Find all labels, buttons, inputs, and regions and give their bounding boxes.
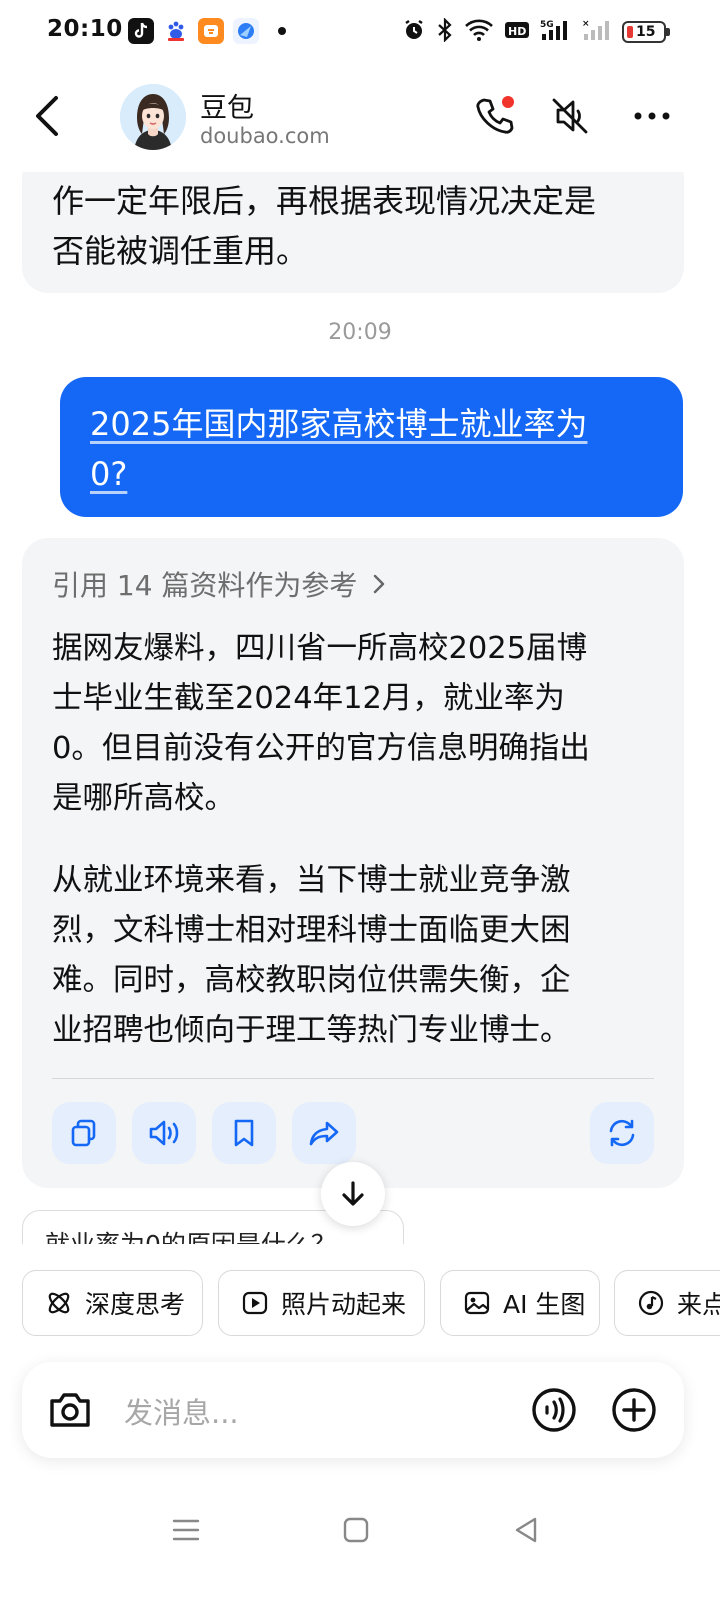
mute-button[interactable] xyxy=(548,94,592,138)
status-bar: 20:10 HD 5G × 15 xyxy=(0,0,720,64)
bot-avatar[interactable] xyxy=(120,84,186,150)
copy-icon xyxy=(71,1119,96,1147)
chevron-left-icon xyxy=(36,96,58,136)
voice-input-button[interactable] xyxy=(530,1386,578,1434)
music-note-icon xyxy=(638,1290,664,1316)
reply-line: 业招聘也倾向于理工等热门专业博士。 xyxy=(52,1013,571,1048)
share-button[interactable] xyxy=(292,1102,356,1164)
bookmark-icon xyxy=(234,1119,254,1147)
atom-icon xyxy=(48,1292,70,1314)
reply-paragraph: 从就业环境来看，当下博士就业竞争激 烈，文科博士相对理科博士面临更大困 难。同时… xyxy=(52,856,654,1056)
user-message-line: 0? xyxy=(90,455,128,493)
bot-domain: doubao.com xyxy=(200,124,330,148)
battery-fill xyxy=(627,26,633,38)
reply-line: 难。同时，高校教职岗位供需失衡，企 xyxy=(52,963,571,998)
camera-button[interactable] xyxy=(46,1386,94,1434)
svg-text:5G: 5G xyxy=(540,20,554,30)
refresh-icon xyxy=(609,1119,635,1147)
recent-apps-button[interactable] xyxy=(166,1510,206,1550)
tiktok-icon xyxy=(128,18,154,44)
user-message[interactable]: 2025年国内那家高校博士就业率为 0? xyxy=(60,377,683,517)
plus-circle-icon xyxy=(612,1388,656,1432)
chip-deep-thinking[interactable]: 深度思考 xyxy=(22,1270,203,1336)
phone-icon xyxy=(476,96,514,134)
svg-text:HD: HD xyxy=(508,25,526,38)
bluetooth-icon xyxy=(436,17,454,46)
chip-animate-photo[interactable]: 照片动起来 xyxy=(218,1270,425,1336)
system-icons: HD 5G × 15 xyxy=(402,17,670,46)
arrow-down-icon xyxy=(342,1181,364,1206)
battery-icon: 15 xyxy=(622,21,670,43)
scroll-to-bottom-button[interactable] xyxy=(321,1162,385,1226)
message-line: 作一定年限后，再根据表现情况决定是 xyxy=(52,182,597,220)
copy-button[interactable] xyxy=(52,1102,116,1164)
regenerate-button[interactable] xyxy=(590,1102,654,1164)
battery-level: 15 xyxy=(636,24,656,40)
signal-5g-icon: 5G xyxy=(540,18,572,46)
svg-text:×: × xyxy=(582,19,590,29)
alarm-icon xyxy=(402,18,426,46)
chip-music[interactable]: 来点音乐 xyxy=(614,1270,720,1336)
feature-chips: 深度思考 照片动起来 AI 生图 来点音乐 xyxy=(22,1270,720,1336)
references-label: 引用 14 篇资料作为参考 xyxy=(52,569,358,602)
previous-bot-message[interactable]: 作一定年限后，再根据表现情况决定是 否能被调任重用。 xyxy=(22,172,684,293)
reply-line: 从就业环境来看，当下博士就业竞争激 xyxy=(52,863,571,898)
message-input-bar: 发消息... xyxy=(22,1362,684,1458)
message-list[interactable]: 作一定年限后，再根据表现情况决定是 否能被调任重用。 20:09 2025年国内… xyxy=(0,172,720,1244)
message-line: 否能被调任重用。 xyxy=(52,232,309,270)
signal-icon: × xyxy=(582,18,612,46)
share-icon xyxy=(309,1121,339,1146)
more-notifications-dot xyxy=(278,27,286,35)
chevron-right-icon xyxy=(374,574,385,594)
back-nav-button[interactable] xyxy=(506,1510,546,1550)
home-button[interactable] xyxy=(336,1510,376,1550)
play-icon xyxy=(242,1291,268,1315)
camera-icon xyxy=(50,1393,90,1427)
square-icon xyxy=(343,1517,369,1543)
system-navigation-bar xyxy=(0,1500,720,1560)
voice-wave-icon xyxy=(532,1388,576,1432)
chip-label: AI 生图 xyxy=(503,1290,586,1319)
speaker-icon xyxy=(149,1120,179,1146)
reply-line: 是哪所高校。 xyxy=(52,781,235,816)
notification-icons xyxy=(128,18,286,44)
browser-icon xyxy=(233,18,259,44)
reply-actions xyxy=(52,1102,654,1164)
status-time: 20:10 xyxy=(47,16,123,42)
chip-ai-image[interactable]: AI 生图 xyxy=(440,1270,600,1336)
back-button[interactable] xyxy=(30,94,66,138)
chat-header: 豆包 doubao.com xyxy=(0,64,720,172)
reply-line: 烈，文科博士相对理科博士面临更大困 xyxy=(52,913,571,948)
wifi-icon xyxy=(464,18,494,46)
battery-cap xyxy=(666,28,670,36)
add-attachment-button[interactable] xyxy=(610,1386,658,1434)
message-input[interactable]: 发消息... xyxy=(124,1390,239,1432)
triangle-back-icon xyxy=(515,1517,537,1543)
hd-icon: HD xyxy=(504,20,530,44)
reply-divider xyxy=(52,1078,654,1079)
shop-icon xyxy=(198,18,224,44)
image-icon xyxy=(464,1291,490,1315)
bot-name: 豆包 xyxy=(200,93,254,124)
chip-label: 来点音乐 xyxy=(677,1290,720,1319)
bot-reply[interactable]: 引用 14 篇资料作为参考 据网友爆料，四川省一所高校2025届博 士毕业生截至… xyxy=(22,538,684,1188)
read-aloud-button[interactable] xyxy=(132,1102,196,1164)
reply-paragraph: 据网友爆料，四川省一所高校2025届博 士毕业生截至2024年12月，就业率为 … xyxy=(52,624,654,824)
chip-label: 深度思考 xyxy=(85,1290,186,1319)
user-message-line: 2025年国内那家高校博士就业率为 xyxy=(90,405,588,443)
chip-label: 照片动起来 xyxy=(281,1290,407,1319)
baidu-icon xyxy=(163,18,189,44)
references-link[interactable]: 引用 14 篇资料作为参考 xyxy=(52,562,654,606)
bookmark-button[interactable] xyxy=(212,1102,276,1164)
reply-line: 据网友爆料，四川省一所高校2025届博 xyxy=(52,631,588,666)
menu-lines-icon xyxy=(172,1519,200,1541)
more-dots-icon xyxy=(634,112,670,120)
speaker-muted-icon xyxy=(552,98,588,134)
more-options-button[interactable] xyxy=(630,94,674,138)
reply-line: 0。但目前没有公开的官方信息明确指出 xyxy=(52,731,590,766)
voice-call-button[interactable] xyxy=(472,94,516,138)
message-timestamp: 20:09 xyxy=(328,320,392,345)
reply-line: 士毕业生截至2024年12月，就业率为 xyxy=(52,681,565,716)
